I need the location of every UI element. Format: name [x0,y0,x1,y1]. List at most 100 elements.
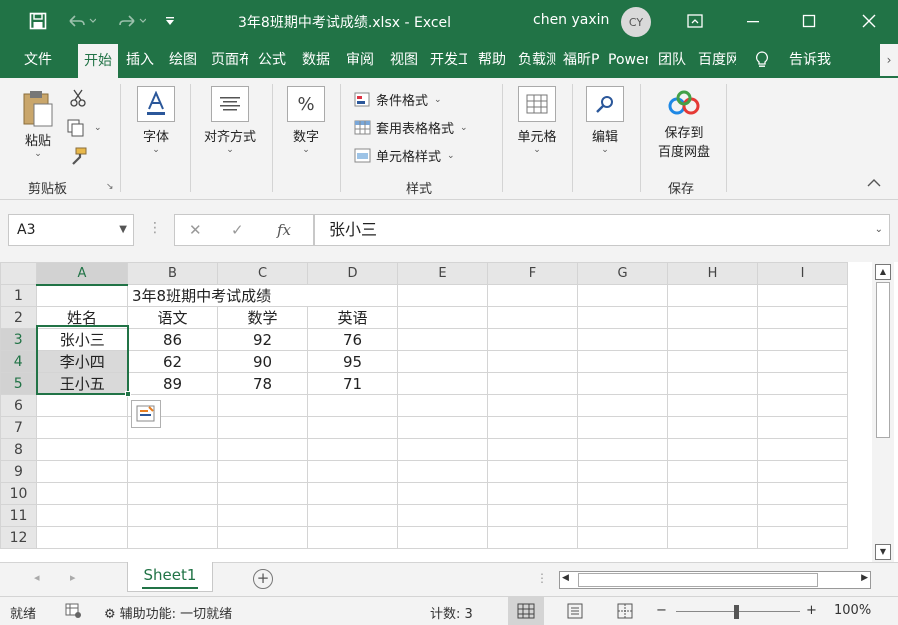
cell[interactable] [307,460,398,483]
font-button[interactable]: 字体 ⌄ [134,86,178,155]
page-break-view-icon[interactable] [616,603,634,623]
zoom-slider-thumb[interactable] [734,605,739,619]
macro-record-icon[interactable] [64,601,82,623]
score-cell[interactable]: 90 [217,350,308,373]
cell-styles-button[interactable]: 单元格样式 ⌄ [354,146,455,165]
row-header[interactable]: 12 [0,526,37,549]
score-cell[interactable]: 76 [307,328,398,351]
avatar[interactable]: CY [621,7,651,37]
redo-icon[interactable] [110,0,152,42]
cell[interactable] [667,350,758,373]
cell[interactable] [397,482,488,505]
sheet-tab[interactable]: Sheet1 [127,562,213,592]
cell[interactable] [397,460,488,483]
row-header[interactable]: 11 [0,504,37,527]
column-header[interactable]: C [217,262,308,285]
cell[interactable] [487,328,578,351]
cell[interactable] [397,328,488,351]
format-as-table-button[interactable]: 套用表格格式 ⌄ [354,118,468,137]
format-painter-icon[interactable] [68,146,88,166]
quick-analysis-icon[interactable] [131,400,161,428]
tab-review[interactable]: 审阅 [342,42,378,78]
column-header[interactable]: E [397,262,488,285]
tab-insert[interactable]: 插入 [122,42,158,78]
cell[interactable] [36,460,128,483]
name-cell[interactable]: 张小三 [36,328,128,351]
cell[interactable] [127,482,218,505]
score-cell[interactable]: 86 [127,328,218,351]
page-layout-view-icon[interactable] [566,603,584,623]
sheet-scroll-left-icon[interactable]: ◂ [34,571,40,584]
alignment-dropdown-icon[interactable]: ⌄ [196,145,264,155]
column-header[interactable]: F [487,262,578,285]
save-icon[interactable] [24,0,52,42]
add-sheet-icon[interactable]: + [253,569,273,589]
formula-input[interactable]: 张小三 ⌄ [314,214,890,246]
name-box-dropdown-icon[interactable]: ▼ [119,215,127,245]
expand-formula-bar-icon[interactable]: ⌄ [875,215,883,245]
cell[interactable] [397,284,488,307]
row-header[interactable]: 6 [0,394,37,417]
cell[interactable] [487,438,578,461]
cell[interactable] [577,416,668,439]
select-all-corner[interactable] [0,262,37,285]
cell[interactable] [757,372,848,395]
cell[interactable] [577,504,668,527]
cell[interactable] [487,526,578,549]
number-format-button[interactable]: % 数字 ⌄ [284,86,328,155]
cell[interactable] [487,306,578,329]
tab-baidu-netdisk[interactable]: 百度网盘 [698,42,736,78]
cell[interactable] [487,394,578,417]
cell[interactable] [577,526,668,549]
tell-me-search[interactable]: 告诉我 [780,42,840,78]
paste-dropdown-icon[interactable]: ⌄ [16,149,60,159]
score-cell[interactable]: 62 [127,350,218,373]
save-to-baidu-button[interactable]: 保存到 百度网盘 [648,90,720,160]
row-header[interactable]: 2 [0,306,37,329]
close-icon[interactable] [852,0,886,42]
cell[interactable] [757,306,848,329]
cell[interactable] [36,416,128,439]
cell[interactable] [307,416,398,439]
cell[interactable] [397,504,488,527]
clipboard-launcher-icon[interactable]: ↘ [106,182,114,192]
cells-button[interactable]: 单元格 ⌄ [510,86,564,155]
column-header[interactable]: B [127,262,218,285]
title-cell[interactable]: 3年8班期中考试成绩 [127,284,398,307]
normal-view-icon[interactable] [508,597,544,625]
maximize-icon[interactable] [794,0,824,42]
undo-icon[interactable] [62,0,100,42]
tab-help[interactable]: 帮助 [474,42,510,78]
tabs-scroll-right-icon[interactable]: › [880,44,898,76]
cell[interactable] [487,284,578,307]
cell[interactable] [757,394,848,417]
cell[interactable] [757,526,848,549]
column-header[interactable]: A [36,262,128,286]
cell[interactable] [36,482,128,505]
tab-formulas[interactable]: 公式 [255,42,289,78]
name-box[interactable]: A3 ▼ [8,214,134,246]
cell[interactable] [577,328,668,351]
cut-icon[interactable] [68,88,88,108]
cell[interactable] [127,460,218,483]
row-header[interactable]: 4 [0,350,38,373]
alignment-button[interactable]: 对齐方式 ⌄ [196,86,264,155]
cell[interactable] [487,482,578,505]
cell[interactable] [217,416,308,439]
editing-dropdown-icon[interactable]: ⌄ [582,145,628,155]
font-dropdown-icon[interactable]: ⌄ [134,145,178,155]
cell[interactable] [36,284,128,307]
cell[interactable] [487,372,578,395]
cell[interactable] [667,306,758,329]
cell[interactable] [757,482,848,505]
cell[interactable] [667,460,758,483]
horizontal-scroll-thumb[interactable] [578,573,818,587]
row-header[interactable]: 9 [0,460,37,483]
editing-button[interactable]: 编辑 ⌄ [582,86,628,155]
row-header[interactable]: 3 [0,328,38,351]
cell[interactable] [577,482,668,505]
cell[interactable] [667,372,758,395]
cell[interactable] [757,460,848,483]
cell[interactable] [36,504,128,527]
header-cell[interactable]: 姓名 [36,306,128,329]
